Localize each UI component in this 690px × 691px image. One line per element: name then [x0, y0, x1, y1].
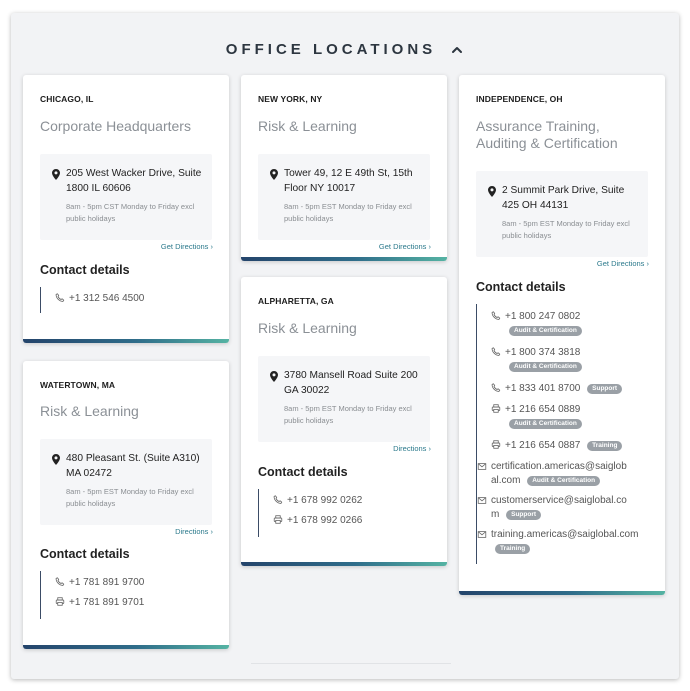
phone-icon — [55, 293, 65, 302]
contact-badge: Audit & Certification — [509, 419, 582, 429]
contact-badge: Audit & Certification — [509, 362, 582, 372]
office-hours: 8am - 5pm EST Monday to Friday excl publ… — [502, 219, 630, 240]
address-box: 3780 Mansell Road Suite 200 GA 30022 8am… — [258, 356, 430, 442]
office-address: 3780 Mansell Road Suite 200 GA 30022 — [284, 370, 418, 396]
contact-row[interactable]: +1 833 401 8700 Support — [477, 382, 627, 396]
contact-value: training.americas@saiglobal.com — [491, 529, 639, 540]
office-locations-panel: OFFICE LOCATIONS CHICAGO, IL Corporate H… — [11, 13, 679, 679]
contact-details-heading: Contact details — [40, 263, 130, 277]
get-directions-link[interactable]: Get Directions › — [597, 259, 649, 268]
office-city: CHICAGO, IL — [40, 94, 94, 104]
phone-icon — [273, 495, 283, 504]
fax-icon — [491, 440, 501, 449]
directions-link[interactable]: Directions › — [175, 527, 213, 536]
contact-list: +1 678 992 0262 +1 678 992 0266 — [258, 489, 362, 537]
office-hours: 8am - 5pm EST Monday to Friday excl publ… — [284, 404, 412, 425]
contact-row[interactable]: +1 312 546 4500 — [41, 292, 144, 306]
phone-icon — [491, 347, 501, 356]
address-box: Tower 49, 12 E 49th St, 15th Floor NY 10… — [258, 154, 430, 240]
contact-badge: Support — [587, 384, 623, 394]
section-header: OFFICE LOCATIONS — [11, 41, 679, 58]
office-card-chicago: CHICAGO, IL Corporate Headquarters 205 W… — [23, 75, 229, 343]
office-city: WATERTOWN, MA — [40, 380, 116, 390]
contact-value: +1 216 654 0887 — [505, 440, 581, 451]
contact-row[interactable]: +1 216 654 0887 Training — [477, 439, 627, 453]
office-city: INDEPENDENCE, OH — [476, 94, 563, 104]
office-name: Risk & Learning — [40, 403, 139, 419]
office-card-independence: INDEPENDENCE, OH Assurance Training, Aud… — [459, 75, 665, 595]
address-box: 2 Summit Park Drive, Suite 425 OH 44131 … — [476, 171, 648, 257]
contact-row[interactable]: customerservice@saiglobal.com Support — [477, 494, 627, 522]
map-pin-icon — [488, 186, 496, 197]
get-directions-link[interactable]: Get Directions › — [161, 242, 213, 251]
office-hours: 8am - 5pm EST Monday to Friday excl publ… — [284, 202, 412, 223]
fax-icon — [55, 597, 65, 606]
email-icon — [477, 463, 487, 470]
office-name: Corporate Headquarters — [40, 118, 191, 134]
contact-badge: Training — [587, 441, 623, 451]
contact-value: +1 678 992 0262 — [287, 495, 363, 506]
contact-row[interactable]: +1 216 654 0889 Audit & Certification — [477, 403, 627, 431]
contact-value: +1 781 891 9700 — [69, 577, 145, 588]
office-card-new-york: NEW YORK, NY Risk & Learning Tower 49, 1… — [241, 75, 447, 261]
office-name: Assurance Training, Auditing & Certifica… — [476, 118, 618, 151]
office-card-alpharetta: ALPHARETTA, GA Risk & Learning 3780 Mans… — [241, 277, 447, 566]
contact-value: +1 800 374 3818 — [505, 347, 581, 358]
office-hours: 8am - 5pm EST Monday to Friday excl publ… — [66, 487, 194, 508]
phone-icon — [491, 383, 501, 392]
office-address: 2 Summit Park Drive, Suite 425 OH 44131 — [502, 185, 625, 211]
address-box: 480 Pleasant St. (Suite A310) MA 02472 8… — [40, 439, 212, 525]
contact-row[interactable]: +1 781 891 9701 — [41, 596, 144, 610]
contact-badge: Training — [495, 544, 531, 554]
address-box: 205 West Wacker Drive, Suite 1800 IL 606… — [40, 154, 212, 240]
office-name: Risk & Learning — [258, 320, 357, 336]
section-title: OFFICE LOCATIONS — [225, 41, 437, 58]
contact-row[interactable]: +1 781 891 9700 — [41, 576, 144, 590]
office-city: NEW YORK, NY — [258, 94, 323, 104]
contact-list: +1 800 247 0802 Audit & Certification +1… — [476, 304, 638, 564]
email-icon — [477, 531, 487, 538]
fax-icon — [491, 404, 501, 413]
map-pin-icon — [52, 454, 60, 465]
directions-link[interactable]: Directions › — [393, 444, 431, 453]
contact-row[interactable]: +1 678 992 0266 — [259, 514, 362, 528]
contact-list: +1 312 546 4500 — [40, 287, 144, 313]
office-address: 205 West Wacker Drive, Suite 1800 IL 606… — [66, 168, 202, 194]
contact-details-heading: Contact details — [258, 465, 348, 479]
contact-row[interactable]: +1 800 247 0802 Audit & Certification — [477, 310, 627, 338]
email-icon — [477, 497, 487, 504]
office-card-watertown: WATERTOWN, MA Risk & Learning 480 Pleasa… — [23, 361, 229, 649]
office-address: Tower 49, 12 E 49th St, 15th Floor NY 10… — [284, 168, 413, 194]
contact-value: +1 833 401 8700 — [505, 383, 581, 394]
contact-value: +1 312 546 4500 — [69, 293, 145, 304]
chevron-up-icon[interactable] — [450, 43, 464, 57]
contact-list: +1 781 891 9700 +1 781 891 9701 — [40, 571, 144, 619]
office-city: ALPHARETTA, GA — [258, 296, 334, 306]
contact-row[interactable]: training.americas@saiglobal.com Training — [477, 528, 638, 556]
map-pin-icon — [270, 371, 278, 382]
contact-value: +1 781 891 9701 — [69, 597, 145, 608]
contact-details-heading: Contact details — [476, 280, 566, 294]
map-pin-icon — [270, 169, 278, 180]
contact-value: +1 678 992 0266 — [287, 515, 363, 526]
fax-icon — [273, 515, 283, 524]
office-name: Risk & Learning — [258, 118, 357, 134]
divider — [251, 663, 451, 664]
contact-row[interactable]: +1 800 374 3818 Audit & Certification — [477, 346, 627, 374]
contact-value: +1 216 654 0889 — [505, 404, 581, 415]
map-pin-icon — [52, 169, 60, 180]
contact-badge: Audit & Certification — [527, 476, 601, 486]
contact-details-heading: Contact details — [40, 547, 130, 561]
contact-badge: Audit & Certification — [509, 326, 582, 336]
get-directions-link[interactable]: Get Directions › — [379, 242, 431, 251]
phone-icon — [491, 311, 501, 320]
office-hours: 8am - 5pm CST Monday to Friday excl publ… — [66, 202, 195, 223]
phone-icon — [55, 577, 65, 586]
office-address: 480 Pleasant St. (Suite A310) MA 02472 — [66, 453, 200, 479]
contact-badge: Support — [506, 510, 542, 520]
contact-value: +1 800 247 0802 — [505, 311, 581, 322]
contact-row[interactable]: +1 678 992 0262 — [259, 494, 362, 508]
contact-row[interactable]: certification.americas@saiglobal.com Aud… — [477, 460, 627, 488]
